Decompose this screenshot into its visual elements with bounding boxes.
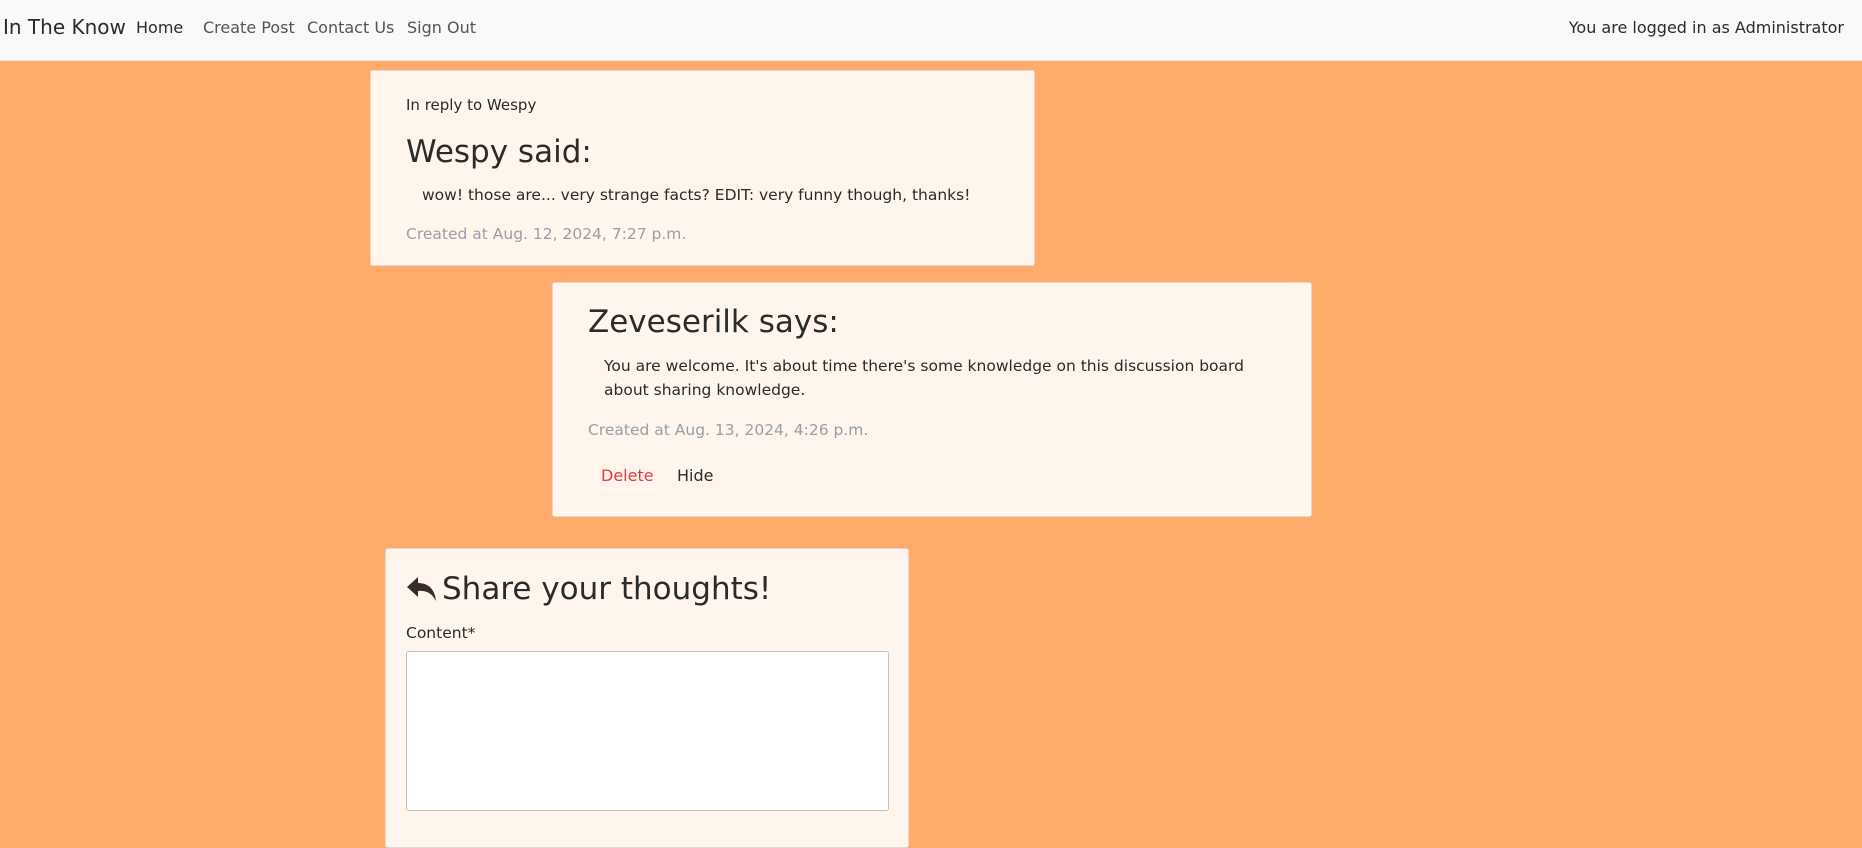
- top-navbar: In The Know Home Create Post Contact Us …: [0, 0, 1862, 61]
- brand-logo-link[interactable]: In The Know: [3, 14, 126, 40]
- login-status-text: You are logged in as Administrator: [1568, 18, 1844, 37]
- comment-timestamp: Created at Aug. 12, 2024, 7:27 p.m.: [406, 225, 687, 243]
- reply-form-card: Share your thoughts! Content*: [385, 548, 909, 848]
- reply-form-title-text: Share your thoughts!: [442, 571, 772, 607]
- nav-link-sign-out[interactable]: Sign Out: [407, 17, 476, 39]
- content-textarea[interactable]: [406, 651, 889, 811]
- reply-timestamp: Created at Aug. 13, 2024, 4:26 p.m.: [588, 421, 869, 439]
- nav-link-create-post[interactable]: Create Post: [203, 17, 295, 39]
- comment-body: wow! those are... very strange facts? ED…: [422, 186, 971, 204]
- reply-body: You are welcome. It's about time there's…: [604, 357, 1244, 399]
- reply-icon: [406, 573, 438, 613]
- nav-link-home[interactable]: Home: [136, 17, 183, 39]
- parent-comment-card: In reply to Wespy Wespy said: wow! those…: [370, 70, 1035, 266]
- comment-author-heading: Wespy said:: [406, 134, 592, 170]
- reply-form-title: Share your thoughts!: [406, 569, 771, 613]
- hide-button[interactable]: Hide: [677, 465, 713, 487]
- reply-author-heading: Zeveserilk says:: [588, 304, 839, 340]
- reply-to-label: In reply to Wespy: [406, 96, 537, 114]
- delete-button[interactable]: Delete: [601, 465, 654, 487]
- reply-comment-card: Zeveserilk says: You are welcome. It's a…: [552, 282, 1312, 517]
- nav-link-contact-us[interactable]: Contact Us: [307, 17, 394, 39]
- content-label: Content*: [406, 624, 476, 642]
